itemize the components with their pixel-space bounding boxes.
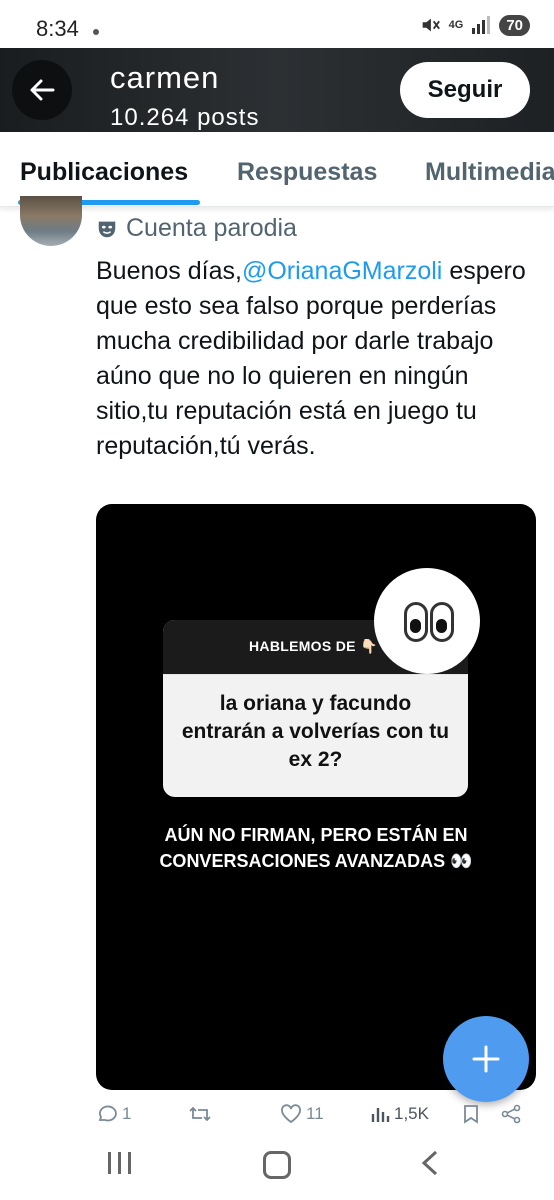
reply-icon [98,1105,117,1122]
right-eye [430,602,454,642]
eyes-sticker [374,568,480,674]
status-time: 8:34 [36,16,79,41]
recents-button[interactable] [108,1152,131,1174]
parody-account-text: Cuenta parodia [126,214,297,242]
retweet-icon [189,1106,211,1122]
system-nav-bar [0,1132,554,1200]
question-box-header-text: HABLEMOS DE 👇🏻 [249,638,378,654]
mention-link[interactable]: @OrianaGMarzoli [242,257,442,285]
back-button[interactable] [12,60,72,120]
status-bar: 8:34 4G 70 [0,0,554,48]
reply-count: 1 [122,1104,132,1123]
bookmark-icon [464,1105,478,1124]
like-count: 11 [306,1104,324,1123]
recents-icon [108,1152,111,1174]
mute-icon [422,18,440,32]
back-arrow-icon [30,79,55,101]
left-eye [404,602,428,642]
like-icon [281,1104,301,1124]
avatar[interactable] [20,196,82,246]
parody-mask-icon [98,221,116,237]
profile-tabs: Publicaciones Respuestas Multimedia [0,132,554,207]
network-label: 4G [448,19,464,31]
tweet-text-intro: Buenos días, [96,257,242,285]
profile-post-count: 10.264 posts [110,104,260,131]
compose-button[interactable] [443,1016,529,1102]
views-icon [371,1108,390,1122]
status-icons: 4G 70 [419,14,530,36]
tab-multimedia[interactable]: Multimedia [425,158,554,187]
tweet-actions: 1 11 1,5K [96,1104,536,1132]
question-text: la oriana y facundo entrarán a volverías… [181,692,450,771]
follow-button[interactable]: Seguir [400,62,530,118]
profile-header: carmen 10.264 posts Seguir [0,48,554,132]
views-action[interactable]: 1,5K [370,1104,429,1124]
views-count: 1,5K [394,1104,429,1123]
tab-respuestas[interactable]: Respuestas [237,158,377,187]
answer-text: AÚN NO FIRMAN, PERO ESTÁN EN CONVERSACIO… [159,825,473,871]
reply-action[interactable]: 1 [96,1104,131,1124]
notification-dot [93,29,99,35]
profile-name: carmen [110,60,220,95]
retweet-action[interactable] [188,1104,212,1124]
parody-label: Cuenta parodia [96,214,297,243]
tweet-text-body: espero que esto sea falso porque perderí… [96,257,526,460]
tweet-media-image[interactable]: HABLEMOS DE 👇🏻 la oriana y facundo entra… [96,504,536,1090]
share-icon [501,1104,521,1124]
bookmark-action[interactable] [462,1104,480,1124]
tab-publicaciones[interactable]: Publicaciones [20,158,188,187]
plus-icon [472,1045,500,1073]
system-back-icon[interactable] [420,1150,440,1176]
home-button[interactable] [263,1151,291,1179]
share-action[interactable] [500,1104,522,1124]
battery-indicator: 70 [499,14,530,36]
signal-icon [472,16,491,34]
like-action[interactable]: 11 [280,1104,324,1124]
tweet-text: Buenos días,@OrianaGMarzoli espero que e… [96,254,536,464]
